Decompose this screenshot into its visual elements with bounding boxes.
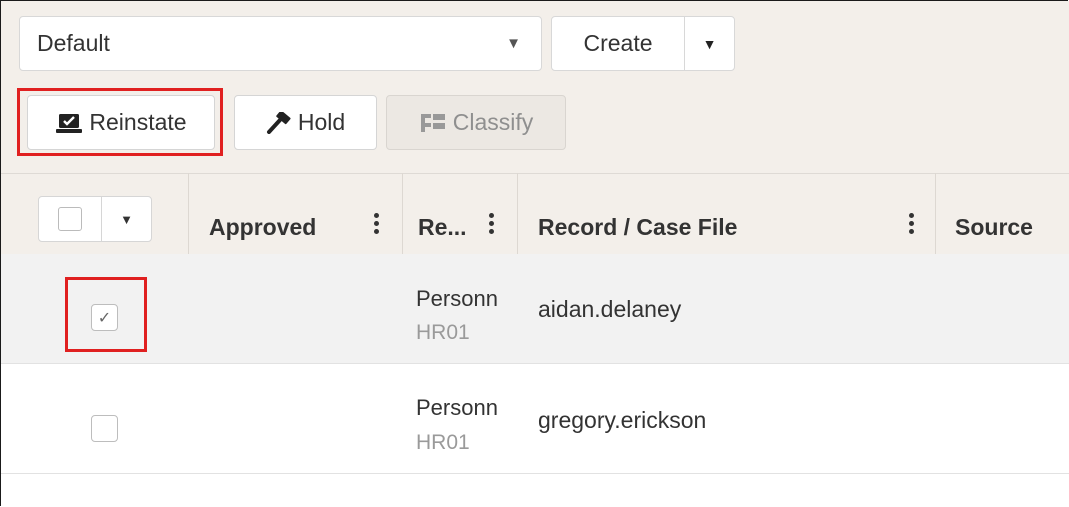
checkbox-highlight bbox=[65, 277, 147, 352]
classify-icon bbox=[419, 112, 447, 134]
row-record-code: HR01 bbox=[416, 321, 470, 344]
hold-label: Hold bbox=[297, 109, 346, 135]
row-record-type: Personn bbox=[416, 286, 498, 311]
view-select-value: Default bbox=[37, 30, 110, 56]
reinstate-highlight bbox=[17, 88, 223, 156]
classify-label: Classify bbox=[452, 109, 534, 135]
create-button[interactable]: Create bbox=[552, 17, 685, 70]
create-dropdown-button[interactable]: ▼ bbox=[685, 17, 734, 70]
row-record-type: Personn bbox=[416, 395, 498, 420]
column-menu-icon[interactable] bbox=[489, 210, 495, 237]
gavel-icon bbox=[266, 111, 292, 134]
column-menu-icon[interactable] bbox=[374, 210, 380, 237]
select-menu-dropdown[interactable]: ▼ bbox=[102, 197, 151, 241]
caret-down-icon: ▼ bbox=[702, 35, 717, 52]
table-row[interactable] bbox=[1, 364, 1069, 474]
row-record-name[interactable]: gregory.erickson bbox=[538, 407, 706, 434]
table-row[interactable] bbox=[1, 254, 1069, 364]
caret-down-icon: ▼ bbox=[120, 211, 133, 227]
row-record-code: HR01 bbox=[416, 431, 470, 454]
select-all-control: ▼ bbox=[38, 196, 152, 242]
hold-button[interactable]: Hold bbox=[234, 95, 377, 150]
select-all-checkbox[interactable] bbox=[39, 197, 102, 241]
row-checkbox[interactable] bbox=[91, 415, 118, 442]
create-split-button: Create ▼ bbox=[551, 16, 735, 71]
caret-down-icon: ▼ bbox=[506, 35, 521, 52]
column-menu-icon[interactable] bbox=[909, 210, 915, 237]
classify-button[interactable]: Classify bbox=[386, 95, 566, 150]
row-record-name[interactable]: aidan.delaney bbox=[538, 296, 681, 323]
view-select[interactable]: Default ▼ bbox=[19, 16, 542, 71]
